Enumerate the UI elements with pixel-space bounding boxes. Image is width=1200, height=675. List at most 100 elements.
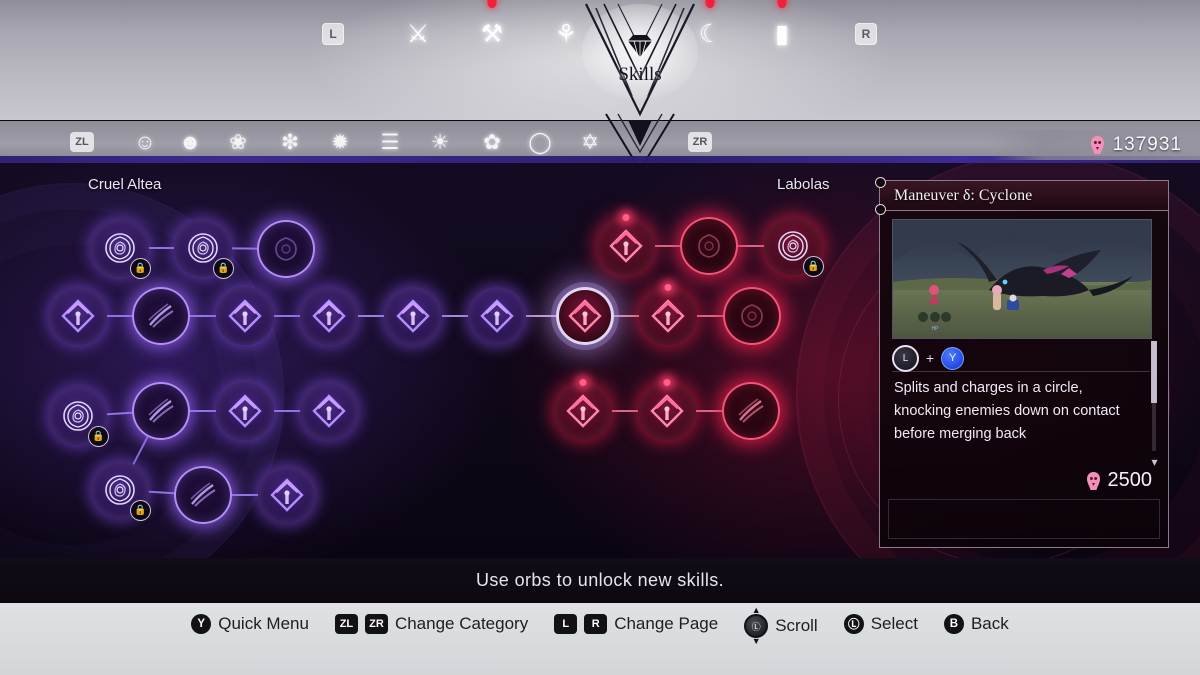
description-scrollbar-thumb[interactable]	[1151, 341, 1157, 403]
panel-footer-frame	[888, 499, 1160, 539]
button-B-icon: B	[943, 614, 964, 634]
panel-pin-bottom	[875, 204, 886, 215]
skill-cost: 2500	[1086, 469, 1153, 492]
chevron-skill-icon	[312, 394, 346, 428]
legend-label: Back	[970, 614, 1009, 633]
skill-tree-screen: LR⚔⚒⚘◆☾▮	[0, 0, 1200, 675]
legend-change-page[interactable]: L R Change Page	[554, 614, 718, 634]
skill-node-claw-skill-n17[interactable]	[132, 382, 190, 440]
plus-symbol: +	[926, 350, 935, 366]
legend-label: Change Category	[394, 614, 529, 633]
chevron-skill-icon	[396, 299, 430, 333]
skill-node-chevron-skill-n8[interactable]	[384, 287, 442, 345]
rose-dark-icon	[275, 237, 297, 261]
node-spark-icon	[664, 284, 672, 291]
skill-node-chevron-skill-n19[interactable]	[300, 382, 358, 440]
character-extra-1[interactable]: ☀	[423, 127, 457, 157]
skill-node-chevron-skill-n21[interactable]	[638, 379, 696, 440]
category-right-key[interactable]: ZR	[688, 132, 712, 152]
character-eunie[interactable]: ❀	[221, 127, 255, 157]
skill-node-claw-skill-n5[interactable]	[132, 287, 190, 345]
orb-icon	[1086, 471, 1100, 490]
svg-text:HP: HP	[932, 326, 940, 332]
character-lanz[interactable]: ✹	[323, 127, 357, 157]
character-mio[interactable]: ☻	[173, 127, 207, 157]
panel-separator	[892, 371, 1150, 372]
lock-icon: 🔒	[213, 258, 234, 279]
skill-node-chevron-skill-n13[interactable]	[597, 214, 655, 275]
category-left-key[interactable]: ZL	[70, 132, 94, 152]
legend-quick-menu[interactable]: Y Quick Menu	[191, 614, 309, 634]
legend-label: Select	[870, 614, 918, 633]
skill-node-chevron-skill-n9[interactable]	[468, 287, 526, 345]
left-stick-icon: ▲ Ⓛ ▼	[744, 606, 769, 646]
chevron-skill-icon	[228, 394, 262, 428]
top-menu-bar: LR⚔⚒⚘◆☾▮	[0, 0, 1200, 120]
skill-detail-header: Maneuver δ: Cyclone	[875, 177, 1168, 215]
skill-node-claw-skill-n24[interactable]	[174, 466, 232, 524]
skill-node-rose-dark-n3[interactable]	[257, 220, 315, 278]
action-button-icon: Y	[941, 346, 965, 370]
skill-node-rose-n15[interactable]: 🔒	[764, 217, 824, 277]
claw-skill-icon	[190, 482, 216, 507]
lock-icon: 🔒	[803, 256, 824, 277]
skill-node-chevron-skill-n10[interactable]	[556, 287, 614, 345]
legend-select[interactable]: Ⓛ Select	[843, 614, 918, 634]
rose-dark-icon	[698, 234, 720, 258]
claw-skill-icon	[738, 398, 764, 423]
page-left-key[interactable]: L	[322, 23, 344, 45]
character-sena[interactable]: ☰	[373, 127, 407, 157]
scroll-down-arrow-icon[interactable]: ▾	[1148, 456, 1161, 468]
chevron-skill-icon	[650, 394, 684, 428]
chevron-skill-icon	[61, 299, 95, 333]
chevron-skill-icon	[228, 299, 262, 333]
lock-icon: 🔒	[130, 500, 151, 521]
skill-node-rose-n2[interactable]: 🔒	[174, 219, 234, 279]
skill-node-rose-dark-n12[interactable]	[723, 287, 781, 345]
skill-node-chevron-skill-n18[interactable]	[216, 382, 274, 440]
skill-node-rose-n1[interactable]: 🔒	[91, 219, 151, 279]
skill-node-chevron-skill-n4[interactable]	[49, 287, 107, 345]
character-extra-3[interactable]: ◯	[523, 127, 557, 157]
chevron-skill-icon	[480, 299, 514, 333]
items-icon: ▮	[775, 19, 789, 48]
character-extra-2[interactable]: ✿	[475, 127, 509, 157]
skills-menu-emblem: Skills	[560, 0, 720, 118]
gem-icon	[628, 35, 652, 57]
skill-node-chevron-skill-n6[interactable]	[216, 287, 274, 345]
category-arts-icon[interactable]: ⚔	[390, 14, 446, 54]
skill-node-rose-n16[interactable]: 🔒	[49, 387, 109, 447]
skill-node-chevron-skill-n7[interactable]	[300, 287, 358, 345]
menu-title: Skills	[618, 64, 662, 85]
lock-icon: 🔒	[88, 426, 109, 447]
button-L-icon: L	[554, 614, 578, 634]
chevron-skill-icon	[651, 299, 685, 333]
panel-pin-top	[875, 177, 886, 188]
skill-node-chevron-skill-n20[interactable]	[554, 379, 612, 440]
button-legend-bar: Y Quick Menu ZL ZR Change Category L R Change P…	[0, 603, 1200, 675]
legend-scroll[interactable]: ▲ Ⓛ ▼ Scroll	[744, 606, 818, 646]
node-spark-icon	[663, 379, 671, 386]
button-ZL-icon: ZL	[334, 614, 358, 634]
skill-cost-amount: 2500	[1107, 469, 1153, 491]
character-taion[interactable]: ❇	[273, 127, 307, 157]
hint-text: Use orbs to unlock new skills.	[475, 570, 725, 590]
skill-node-chevron-skill-n25[interactable]	[258, 466, 316, 524]
category-skills-weapon-icon[interactable]: ⚒	[464, 0, 520, 54]
skill-input-combo: L + Y	[892, 344, 965, 372]
skill-node-claw-dark-n22[interactable]	[722, 382, 780, 440]
page-right-key[interactable]: R	[855, 23, 877, 45]
skill-node-rose-dark-n14[interactable]	[680, 217, 738, 275]
legend-back[interactable]: B Back	[943, 614, 1009, 634]
rose-dark-icon	[741, 304, 763, 328]
legend-label: Change Page	[614, 614, 719, 633]
skill-node-rose-n23[interactable]: 🔒	[91, 461, 151, 521]
skill-node-chevron-skill-n11[interactable]	[639, 284, 697, 345]
category-items-icon[interactable]: ▮	[754, 0, 810, 54]
legend-change-category[interactable]: ZL ZR Change Category	[334, 614, 529, 634]
button-Y-icon: Y	[191, 614, 212, 634]
chevron-skill-icon	[270, 478, 304, 512]
left-stick-icon: L	[892, 344, 919, 372]
character-noah[interactable]: ☺	[128, 127, 162, 157]
lock-icon: 🔒	[130, 258, 151, 279]
